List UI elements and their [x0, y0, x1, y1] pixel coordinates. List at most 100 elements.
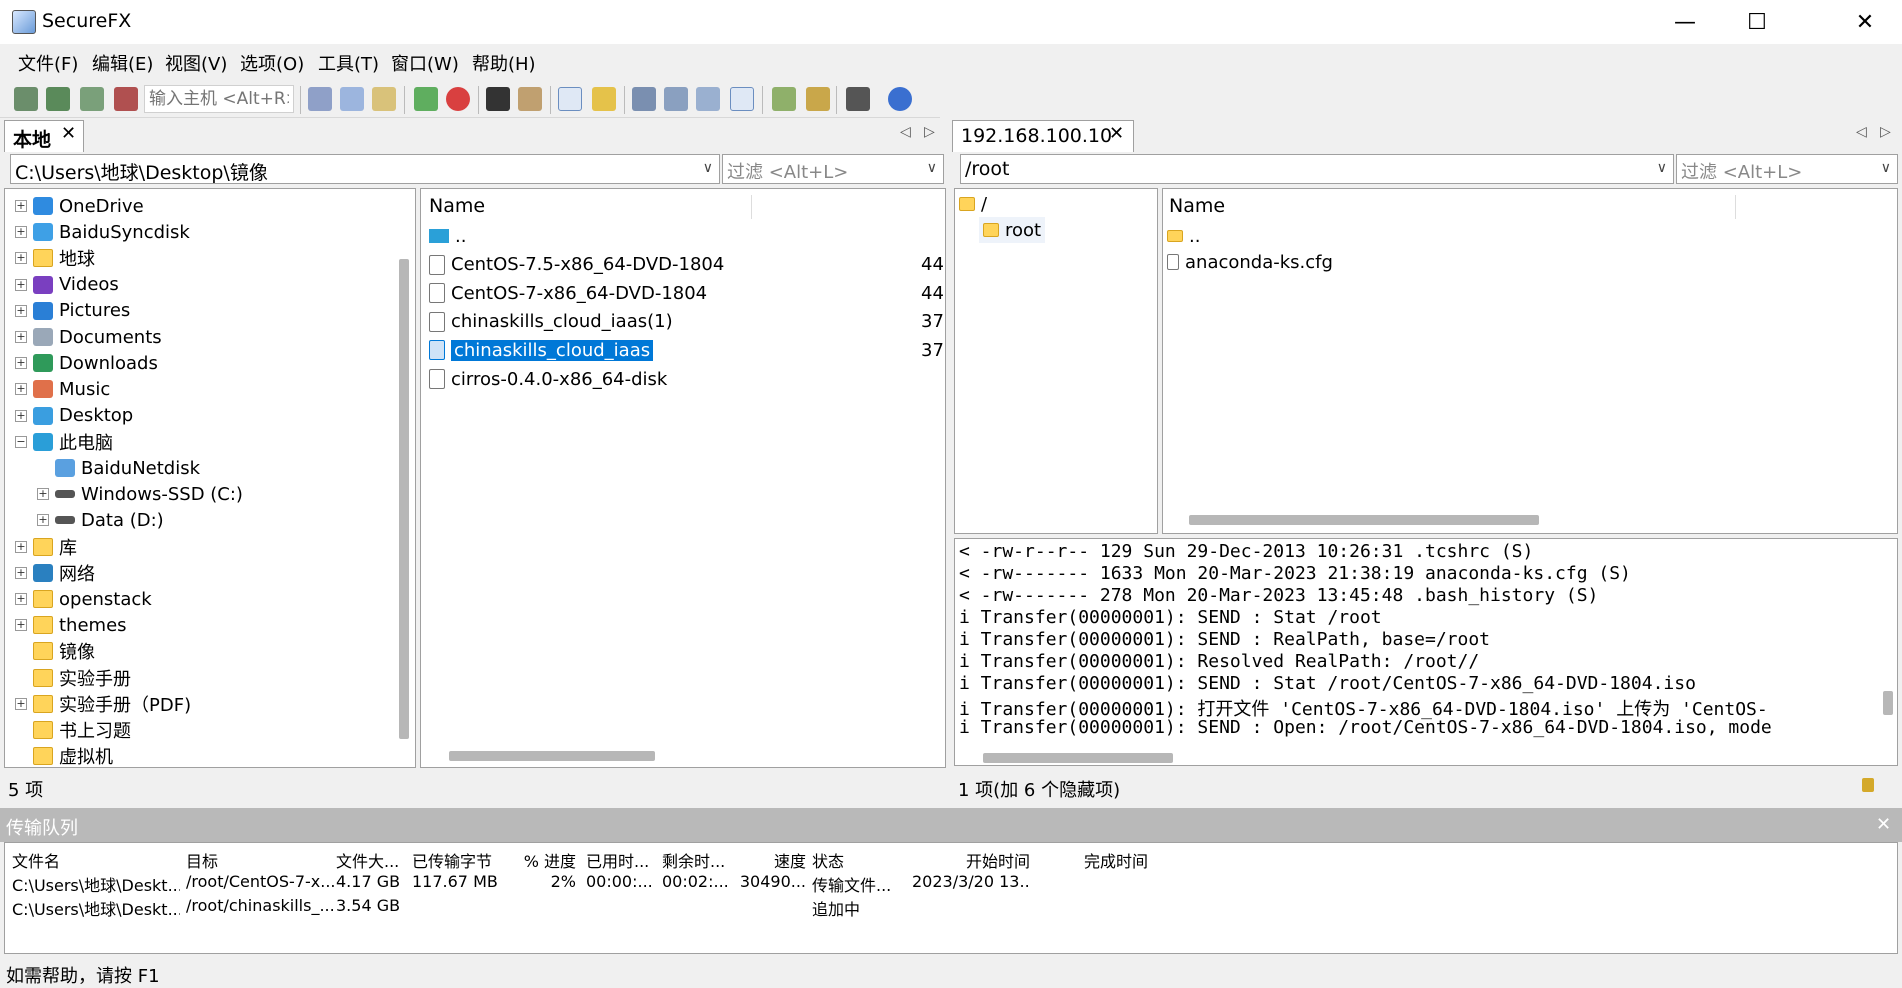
list-item[interactable]: chinaskills_cloud_iaas 37: [429, 337, 949, 363]
expander-icon[interactable]: +: [15, 593, 27, 605]
tree-item[interactable]: + 库: [15, 534, 77, 560]
reconnect-icon[interactable]: [80, 87, 104, 111]
list-item[interactable]: anaconda-ks.cfg: [1167, 249, 1333, 275]
chevron-down-icon[interactable]: ∨: [703, 160, 713, 176]
expander-icon[interactable]: +: [15, 383, 27, 396]
close-button[interactable]: ✕: [1830, 0, 1900, 44]
expander-icon[interactable]: +: [15, 540, 27, 553]
menu-file[interactable]: 文件(F): [18, 50, 78, 76]
column-header-name[interactable]: Name: [429, 195, 485, 217]
remote-path-combo[interactable]: /root ∨: [960, 154, 1674, 184]
expander-icon[interactable]: +: [15, 619, 27, 632]
tree-item[interactable]: 实验手册: [15, 665, 131, 691]
queue-column-header[interactable]: 完成时间: [1036, 848, 1148, 872]
tree-item[interactable]: + Documents: [15, 324, 162, 350]
tree-item[interactable]: + themes: [15, 612, 127, 638]
tab-scroll-left-icon[interactable]: ◁: [1856, 124, 1867, 140]
tree-item[interactable]: + Downloads: [15, 350, 158, 376]
local-path-combo[interactable]: C:\Users\地球\Desktop\镜像 ∨: [10, 154, 720, 184]
list-view-icon[interactable]: [696, 87, 720, 111]
expander-icon[interactable]: +: [15, 252, 27, 265]
expander-icon[interactable]: +: [15, 409, 27, 422]
list-item[interactable]: cirros-0.4.0-x86_64-disk: [429, 366, 949, 392]
menu-help[interactable]: 帮助(H): [472, 50, 536, 76]
tree-item[interactable]: + Windows-SSD (C:): [37, 481, 243, 507]
list-item[interactable]: ..: [429, 223, 949, 249]
list-item[interactable]: chinaskills_cloud_iaas(1) 37: [429, 309, 949, 335]
tree-item[interactable]: + Videos: [15, 272, 119, 298]
tree-view-icon[interactable]: [558, 87, 582, 111]
tab-remote[interactable]: 192.168.100.10 ✕: [952, 120, 1134, 152]
tab-scroll-right-icon[interactable]: ▷: [1880, 124, 1891, 140]
quick-connect-icon[interactable]: [46, 87, 70, 111]
queue-column-header[interactable]: 剩余时...: [662, 848, 728, 872]
menu-edit[interactable]: 编辑(E): [92, 50, 153, 76]
connect-icon[interactable]: [14, 87, 38, 111]
tree-item[interactable]: + Desktop: [15, 403, 133, 429]
tree-item[interactable]: 虚拟机: [15, 743, 113, 769]
queue-column-header[interactable]: 文件名: [12, 848, 180, 872]
log-hscrollbar[interactable]: [983, 753, 1173, 763]
help-icon[interactable]: [888, 87, 912, 111]
tree-item[interactable]: − 此电脑: [15, 429, 113, 455]
remote-tree-root-folder[interactable]: root: [979, 217, 1046, 243]
refresh-icon[interactable]: [414, 87, 438, 111]
tab-scroll-left-icon[interactable]: ◁: [900, 124, 911, 140]
disconnect-icon[interactable]: [114, 87, 138, 111]
queue-column-header[interactable]: 速度: [734, 848, 806, 872]
queue-column-header[interactable]: % 进度: [512, 848, 576, 872]
remote-filter-input[interactable]: 过滤 <Alt+L> ∨: [1676, 154, 1898, 184]
list-item[interactable]: CentOS-7.5-x86_64-DVD-1804 44: [429, 252, 949, 278]
expander-icon[interactable]: +: [15, 304, 27, 317]
queue-column-header[interactable]: 已传输字节: [412, 848, 506, 872]
tree-item[interactable]: + OneDrive: [15, 193, 144, 219]
folder-up-icon[interactable]: [592, 87, 616, 111]
tree-item[interactable]: BaiduNetdisk: [37, 455, 200, 481]
tree-item[interactable]: + 网络: [15, 560, 95, 586]
tree-item[interactable]: + Data (D:): [37, 507, 164, 533]
properties-icon[interactable]: [518, 87, 542, 111]
queue-column-header[interactable]: 开始时间: [912, 848, 1030, 872]
key-icon[interactable]: [806, 87, 830, 111]
list-item[interactable]: ..: [1167, 223, 1200, 249]
tree-item[interactable]: + BaiduSyncdisk: [15, 219, 190, 245]
expander-icon[interactable]: +: [15, 331, 27, 343]
column-header-name[interactable]: Name: [1169, 195, 1225, 217]
log-vscrollbar[interactable]: [1883, 691, 1893, 715]
tree-item[interactable]: + Music: [15, 376, 110, 402]
menu-view[interactable]: 视图(V): [165, 50, 227, 76]
chevron-down-icon[interactable]: ∨: [1881, 160, 1891, 176]
remote-tree-root[interactable]: /: [959, 191, 987, 217]
queue-column-header[interactable]: 文件大...: [336, 848, 408, 872]
menu-window[interactable]: 窗口(W): [391, 50, 459, 76]
details-view-icon[interactable]: [730, 87, 754, 111]
tree-item[interactable]: + Pictures: [15, 298, 130, 324]
list-item[interactable]: CentOS-7-x86_64-DVD-1804 44: [429, 280, 949, 306]
file-list-hscrollbar[interactable]: [1189, 515, 1539, 525]
stop-icon[interactable]: [446, 87, 470, 111]
expander-icon[interactable]: +: [15, 566, 27, 579]
tree-item[interactable]: 镜像: [15, 638, 95, 664]
menu-options[interactable]: 选项(O): [240, 50, 304, 76]
queue-column-header[interactable]: 状态: [812, 848, 908, 872]
tab-close-icon[interactable]: ✕: [1109, 123, 1124, 144]
expander-icon[interactable]: +: [15, 200, 27, 212]
tree-scrollbar[interactable]: [399, 259, 409, 739]
tab-scroll-right-icon[interactable]: ▷: [924, 124, 935, 140]
expander-icon[interactable]: +: [15, 697, 27, 710]
large-icons-icon[interactable]: [632, 87, 656, 111]
copy-icon[interactable]: [340, 87, 364, 111]
maximize-button[interactable]: ☐: [1722, 0, 1792, 44]
host-input[interactable]: [144, 85, 294, 113]
cut-icon[interactable]: [308, 87, 332, 111]
local-filter-input[interactable]: 过滤 <Alt+L> ∨: [722, 154, 944, 184]
expander-icon[interactable]: −: [15, 435, 27, 448]
queue-column-header[interactable]: 目标: [186, 848, 334, 872]
chevron-down-icon[interactable]: ∨: [1657, 160, 1667, 176]
menu-tools[interactable]: 工具(T): [318, 50, 379, 76]
tab-close-icon[interactable]: ✕: [61, 123, 76, 144]
queue-column-header[interactable]: 已用时...: [586, 848, 656, 872]
expander-icon[interactable]: +: [15, 226, 27, 239]
tree-item[interactable]: 书上习题: [15, 717, 131, 743]
tree-item[interactable]: + 实验手册（PDF): [15, 691, 191, 717]
